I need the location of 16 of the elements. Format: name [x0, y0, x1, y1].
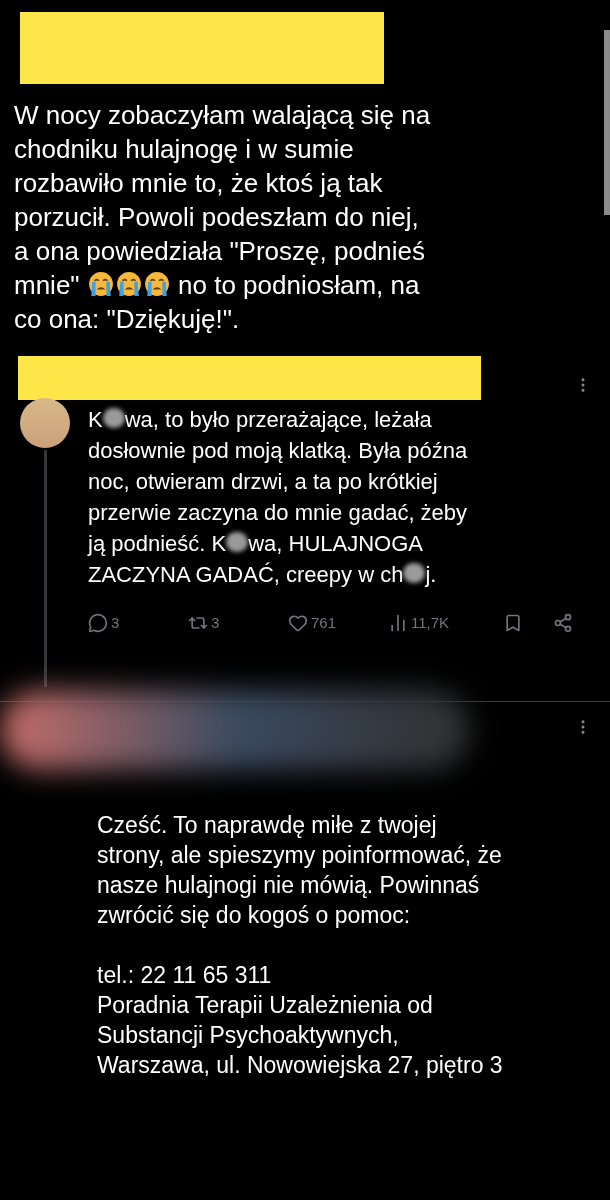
avatar: [20, 398, 70, 448]
reply-icon: [88, 613, 108, 634]
bookmark-icon: [503, 613, 523, 634]
answer-text: Cześć. To naprawdę miłe z twojej strony, ale spieszymy poinformować, że nasze hulajnogi nie mówią. Powinnaś zwrócić się do kogoś o pomoc:: [97, 810, 503, 930]
action-count: 3: [111, 613, 120, 633]
views-icon: [388, 613, 408, 634]
reply-text: K wa, to było przerażające, leżała dosłownie pod moją klatką. Była późna noc, otwieram drzwi, a ta po krótkiej przerwie zaczyna do mnie gadać, żeby ją podnieść. K wa, HULAJNOGA ZACZYNA GADAĆ, creepy w ch j.: [88, 406, 469, 589]
action-count: 11,7K: [411, 613, 450, 633]
crying-face-icon: [143, 271, 170, 298]
share-icon: [553, 613, 573, 634]
answer-text: tel.: 22 11 65 311 Poradnia Terapii Uzależnienia od Substancji Psychoaktywnych, Warszawa, ul. Nowowiejska 27, piętro 3: [97, 960, 504, 1080]
crying-face-icon: [115, 271, 142, 298]
action-count: 3: [211, 613, 220, 633]
heart-icon: [288, 613, 308, 634]
crying-face-icon: [87, 271, 114, 298]
action-count: 761: [311, 613, 337, 633]
